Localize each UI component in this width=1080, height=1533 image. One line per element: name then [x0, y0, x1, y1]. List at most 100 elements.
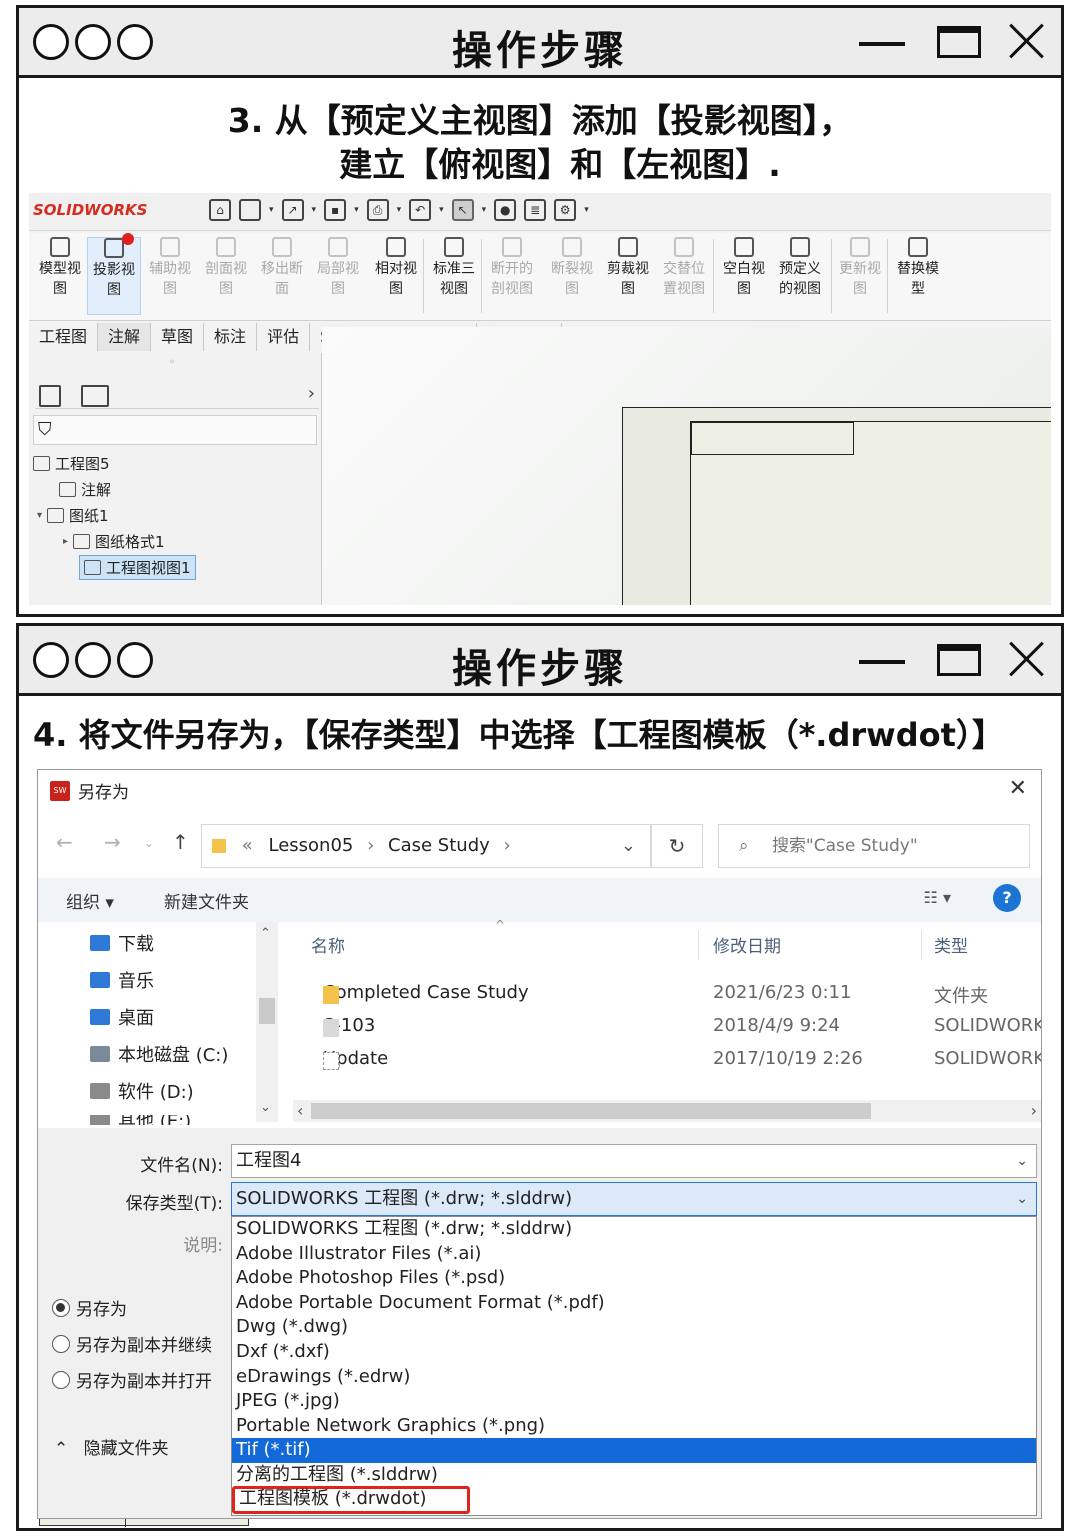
save-mode-radio[interactable]: 另存为副本并打开 [52, 1367, 212, 1392]
save-mode-radio[interactable]: 另存为 [52, 1295, 127, 1320]
new-folder-button[interactable]: 新建文件夹 [164, 888, 249, 913]
minimize-icon[interactable] [859, 660, 905, 664]
chevron-right-icon[interactable]: › [308, 383, 315, 404]
ribbon-button[interactable]: 模型视图 [33, 237, 87, 299]
overflow-chevron-icon[interactable]: « [242, 835, 253, 856]
refresh-icon[interactable]: ↻ [651, 824, 703, 868]
ribbon-button[interactable]: 剖面视图 [199, 237, 253, 299]
ribbon-button[interactable]: 局部视图 [311, 237, 365, 299]
close-icon[interactable]: ✕ [1009, 776, 1027, 801]
ribbon-button[interactable]: 剪裁视图 [601, 237, 655, 299]
tree-drawing-view[interactable]: 工程图视图1 [79, 555, 196, 580]
column-date[interactable]: 修改日期 [713, 932, 781, 957]
new-file-icon[interactable] [239, 199, 261, 221]
filter-icon[interactable]: ⛉ [33, 415, 317, 445]
nav-item[interactable]: 本地磁盘 (C:) [90, 1041, 228, 1067]
chevron-down-icon[interactable]: ⌄ [1016, 1145, 1028, 1177]
traffic-light-icon[interactable]: ● [494, 199, 517, 221]
column-type[interactable]: 类型 [934, 932, 968, 957]
chevron-right-icon[interactable]: › [504, 835, 511, 856]
drawing-sheet[interactable] [622, 407, 1051, 605]
command-tab[interactable]: 注解 [98, 323, 152, 351]
scroll-thumb[interactable] [311, 1103, 871, 1119]
command-tab[interactable]: 评估 [257, 323, 311, 351]
ribbon-button[interactable]: 投影视图 [87, 237, 141, 315]
chevron-up-icon[interactable]: ⌃ [260, 926, 271, 941]
scroll-thumb[interactable] [259, 998, 275, 1024]
chevron-down-icon[interactable]: ▾ [354, 205, 359, 215]
savetype-option[interactable]: Adobe Illustrator Files (*.ai) [232, 1242, 1036, 1267]
file-row[interactable]: S-103 2018/4/9 9:24 SOLIDWORK [293, 1011, 1041, 1041]
ribbon-button[interactable]: 断开的 剖视图 [485, 237, 539, 299]
home-icon[interactable]: ⌂ [209, 199, 231, 221]
ribbon-button[interactable]: 标准三 视图 [427, 237, 481, 299]
file-row[interactable]: Update 2017/10/19 2:26 SOLIDWORK [293, 1044, 1041, 1074]
chevron-down-icon[interactable]: ⌄ [1016, 1183, 1028, 1215]
ribbon-button[interactable]: 断裂视图 [545, 237, 599, 299]
filename-input[interactable]: 工程图4 ⌄ [231, 1144, 1037, 1178]
chevron-right-icon[interactable]: › [1031, 1101, 1037, 1120]
hide-folders-button[interactable]: ⌃ 隐藏文件夹 [54, 1434, 169, 1459]
nav-scrollbar[interactable]: ⌃ ⌄ [256, 922, 278, 1122]
chevron-down-icon[interactable]: ⌄ [260, 1100, 271, 1115]
chevron-left-icon[interactable]: ‹ [297, 1101, 303, 1120]
nav-item[interactable]: 下载 [90, 930, 154, 956]
forward-arrow-icon[interactable]: → [104, 830, 121, 854]
ribbon-button[interactable]: 交替位 置视图 [657, 237, 711, 299]
chevron-down-icon[interactable]: ▾ [584, 205, 589, 215]
organize-button[interactable]: 组织 ▾ [66, 888, 114, 913]
save-icon[interactable]: ▪ [324, 199, 347, 221]
ribbon-button[interactable]: 替换模型 [891, 237, 945, 299]
chevron-down-icon[interactable]: ▾ [312, 205, 317, 215]
savetype-option[interactable]: JPEG (*.jpg) [232, 1389, 1036, 1414]
search-input[interactable]: ⌕ 搜索"Case Study" [718, 824, 1030, 868]
breadcrumb-case-study[interactable]: Case Study [388, 835, 490, 856]
file-list-hscrollbar[interactable]: ‹ › [293, 1100, 1041, 1122]
savetype-option[interactable]: 工程图模板 (*.drwdot) [232, 1485, 470, 1514]
maximize-icon[interactable] [937, 644, 981, 676]
close-icon[interactable] [1009, 22, 1045, 58]
gear-icon[interactable]: ⚙ [554, 199, 577, 221]
savetype-option[interactable]: Dxf (*.dxf) [232, 1340, 1036, 1365]
nav-item[interactable]: 软件 (D:) [90, 1078, 194, 1104]
feature-tree-tab-icon[interactable] [39, 385, 61, 407]
chevron-right-icon[interactable]: › [367, 835, 374, 856]
savetype-option[interactable]: Tif (*.tif) [232, 1438, 1036, 1463]
command-tab[interactable]: 工程图 [29, 323, 99, 351]
savetype-option[interactable]: 分离的工程图 (*.slddrw) [232, 1463, 1036, 1488]
view-options-icon[interactable]: ☷ ▾ [924, 888, 951, 907]
open-icon[interactable]: ↗ [281, 199, 304, 221]
file-properties-icon[interactable]: ≣ [524, 199, 547, 221]
chevron-down-icon[interactable]: ▾ [397, 205, 402, 215]
up-arrow-icon[interactable]: ↑ [172, 830, 189, 854]
splitter-handle-icon[interactable]: ◦ [169, 357, 175, 368]
chevron-down-icon[interactable]: ⌄ [144, 836, 154, 850]
ribbon-button[interactable]: 辅助视图 [143, 237, 197, 299]
command-tab[interactable]: 草图 [151, 323, 205, 351]
savetype-option[interactable]: Adobe Portable Document Format (*.pdf) [232, 1291, 1036, 1316]
ribbon-button[interactable]: 相对视图 [369, 237, 423, 299]
savetype-option[interactable]: Adobe Photoshop Files (*.psd) [232, 1266, 1036, 1291]
chevron-down-icon[interactable]: ▾ [439, 205, 444, 215]
ribbon-button[interactable]: 空白视图 [717, 237, 771, 299]
print-icon[interactable]: ⎙ [366, 199, 389, 221]
graphics-area[interactable] [322, 327, 1051, 605]
chevron-down-icon[interactable]: ▾ [482, 205, 487, 215]
tree-annotations[interactable]: 注解 [59, 479, 111, 500]
savetype-option[interactable]: Portable Network Graphics (*.png) [232, 1414, 1036, 1439]
nav-item[interactable]: 桌面 [90, 1004, 154, 1030]
ribbon-button[interactable]: 更新视图 [833, 237, 887, 299]
select-pointer-icon[interactable]: ↖ [451, 199, 474, 221]
back-arrow-icon[interactable]: ← [56, 830, 73, 854]
ribbon-button[interactable]: 移出断面 [255, 237, 309, 299]
help-icon[interactable]: ? [993, 884, 1021, 912]
address-bar[interactable]: « Lesson05 › Case Study › ⌄ [201, 824, 651, 868]
chevron-down-icon[interactable]: ▾ [269, 205, 274, 215]
savetype-select[interactable]: SOLIDWORKS 工程图 (*.drw; *.slddrw) ⌄ [231, 1182, 1037, 1216]
savetype-option[interactable]: Dwg (*.dwg) [232, 1315, 1036, 1340]
property-tab-icon[interactable] [81, 385, 109, 407]
minimize-icon[interactable] [859, 42, 905, 46]
tree-sheet-format[interactable]: ▸ 图纸格式1 [63, 531, 165, 552]
maximize-icon[interactable] [937, 26, 981, 58]
command-tab[interactable]: 标注 [204, 323, 258, 351]
